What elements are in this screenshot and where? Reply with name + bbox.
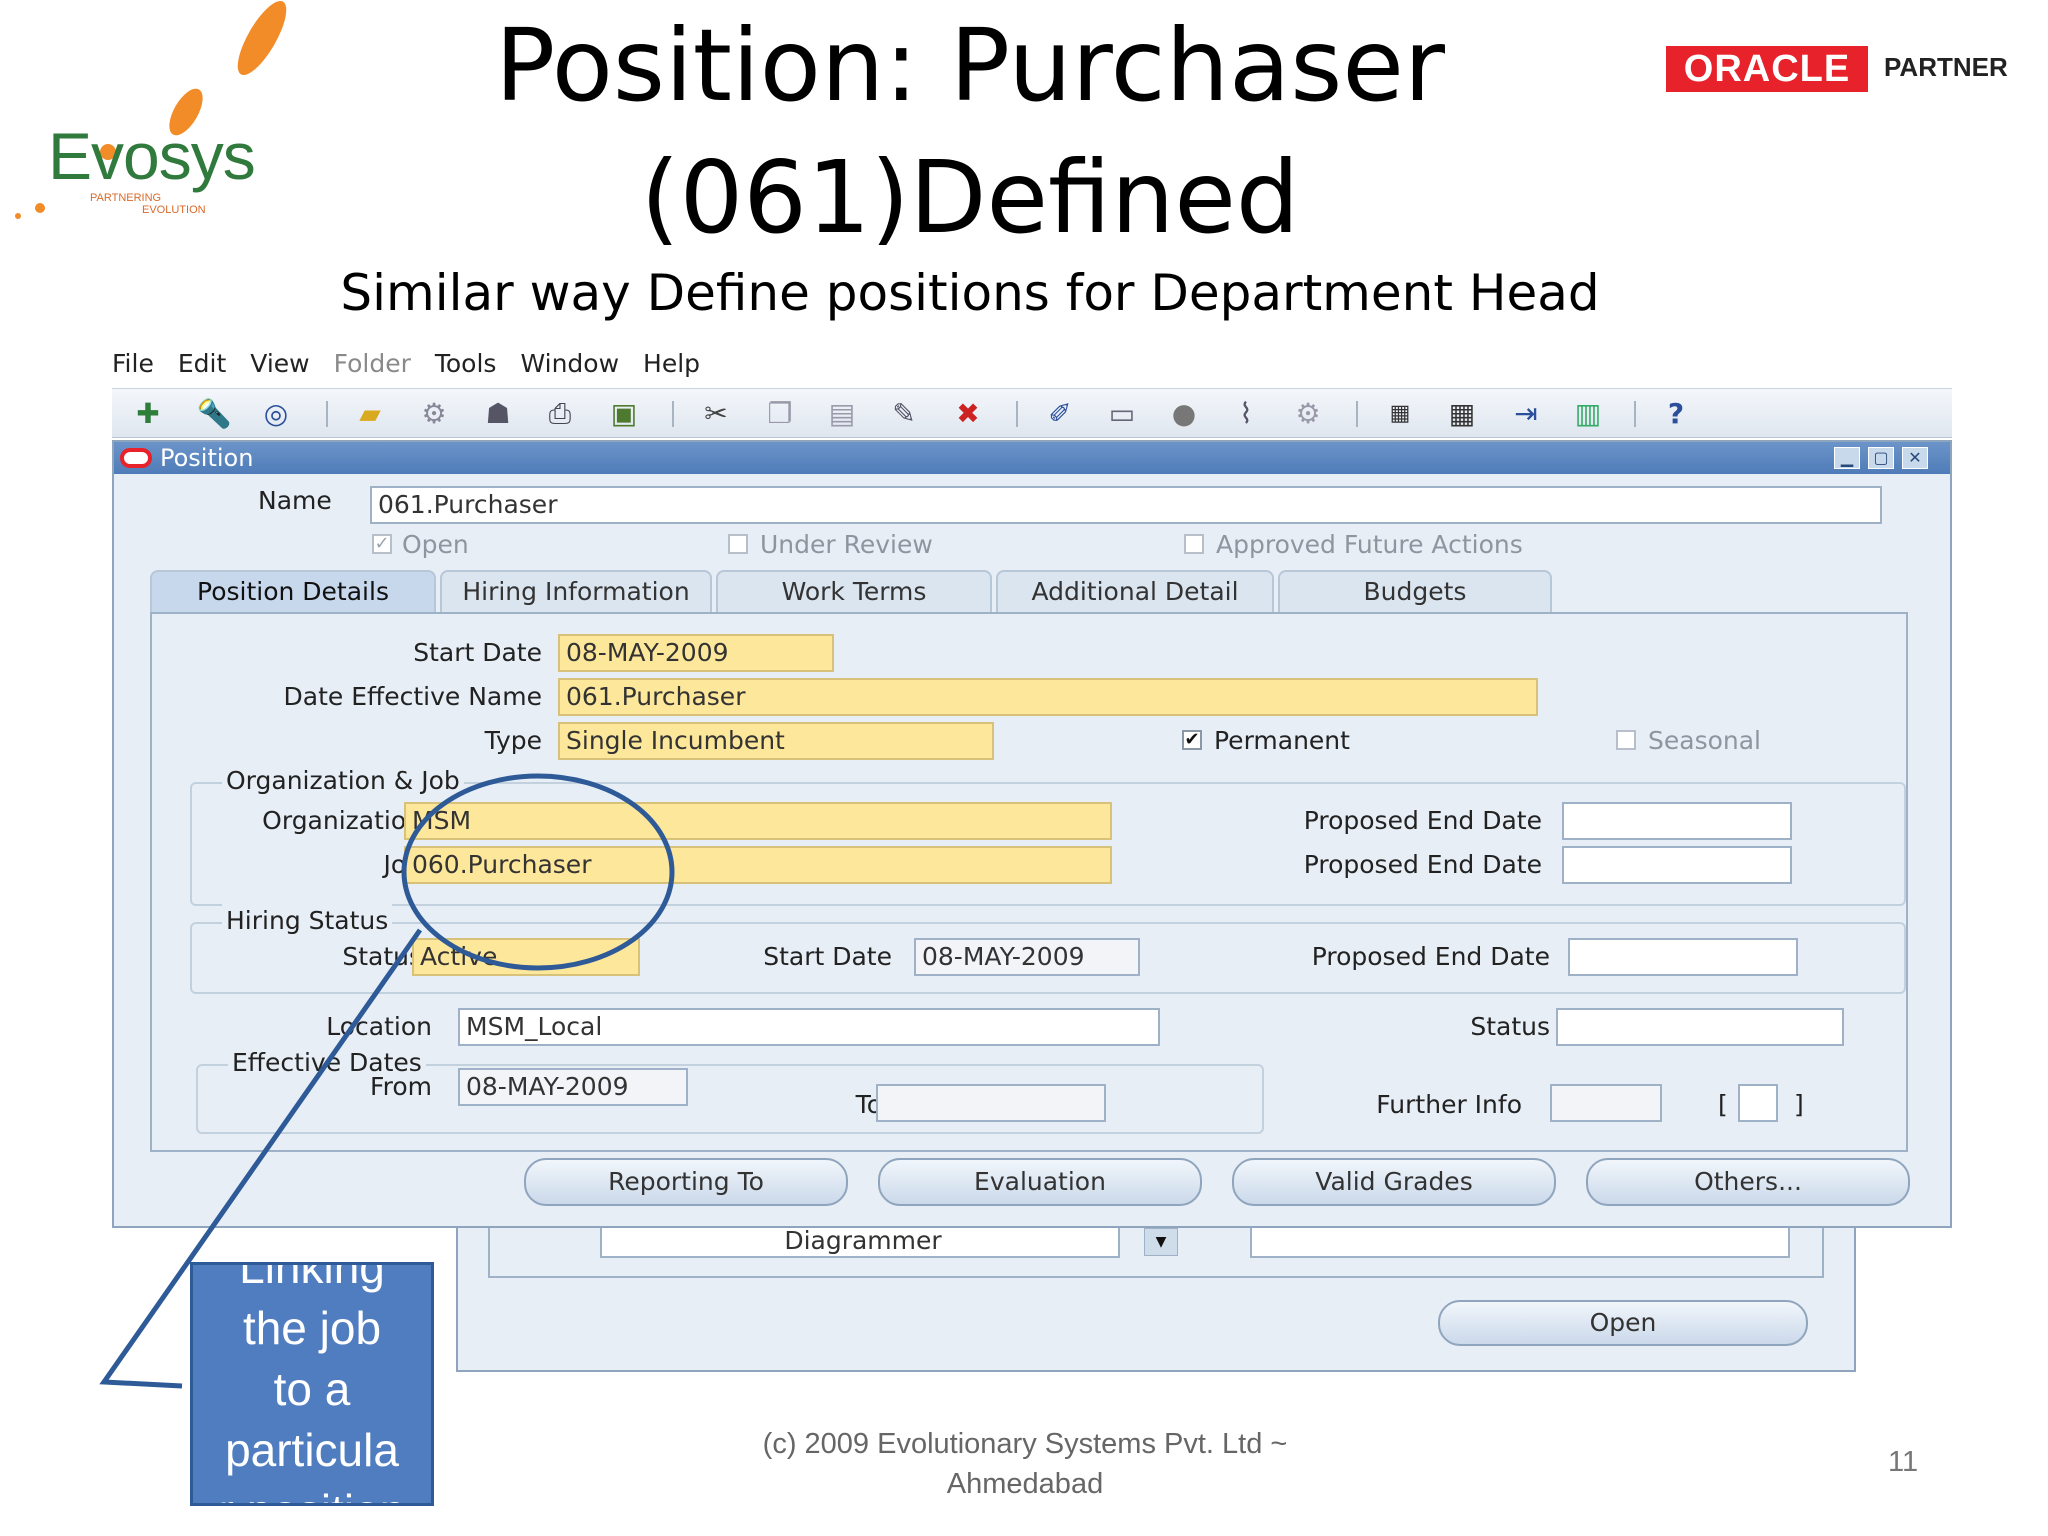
slide-footer: (c) 2009 Evolutionary Systems Pvt. Ltd ~… <box>700 1424 1350 1504</box>
footer-line1: (c) 2009 Evolutionary Systems Pvt. Ltd ~ <box>762 1428 1288 1460</box>
callout-line: Linking <box>239 1262 385 1293</box>
page-number: 11 <box>1888 1446 1919 1478</box>
footer-line2: Ahmedabad <box>946 1468 1104 1500</box>
callout-line: the job <box>242 1302 382 1354</box>
callout-text: Linking the job to a particula r positio… <box>193 1262 431 1503</box>
callout-line: r position <box>193 1481 431 1503</box>
callout-box: Linking the job to a particula r positio… <box>190 1262 434 1506</box>
callout-line: particula <box>225 1424 399 1476</box>
callout-line: to a <box>273 1363 351 1415</box>
annotation-ellipse <box>401 773 675 971</box>
